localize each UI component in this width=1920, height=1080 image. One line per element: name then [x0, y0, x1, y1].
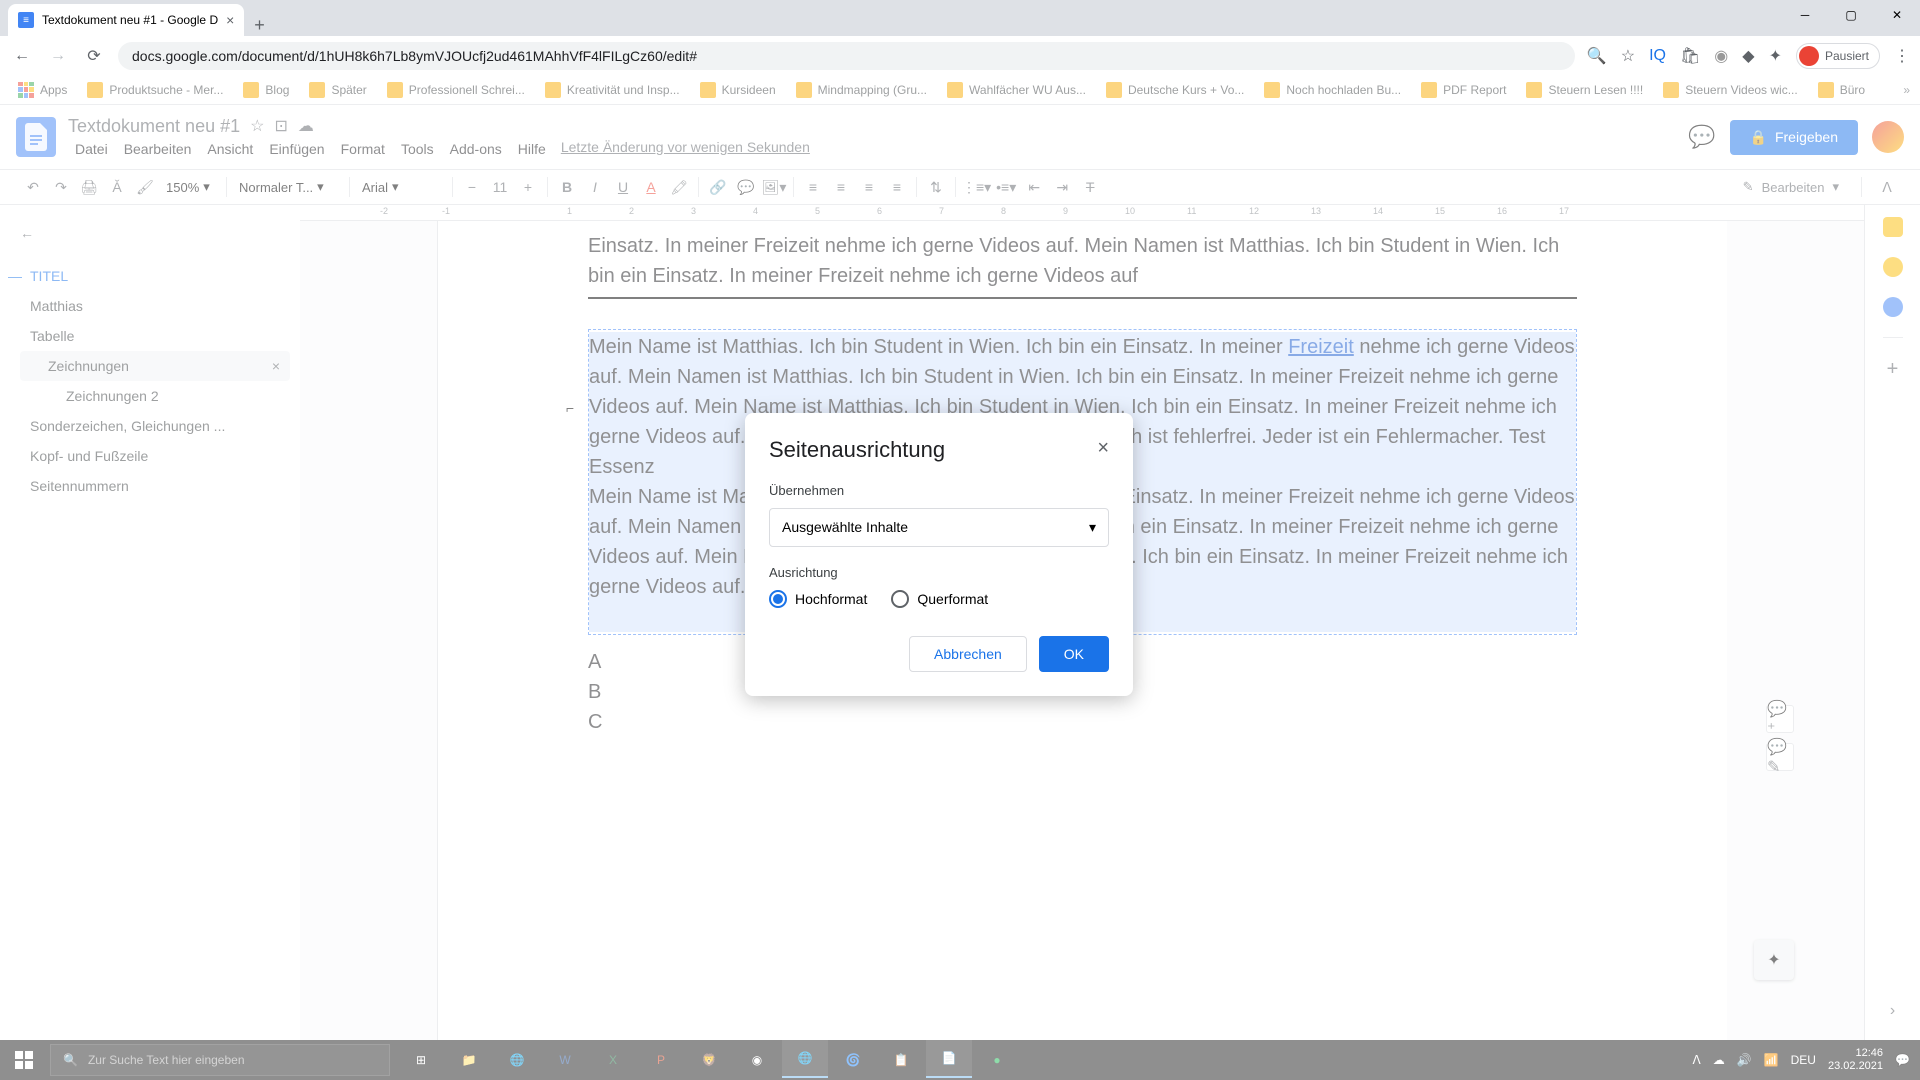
radio-icon [891, 590, 909, 608]
new-tab-button[interactable]: + [244, 15, 275, 36]
apply-scope-select[interactable]: Ausgewählte Inhalte ▾ [769, 508, 1109, 547]
browser-tab[interactable]: ≡ Textdokument neu #1 - Google D × [8, 4, 244, 36]
maximize-button[interactable]: ▢ [1828, 0, 1874, 30]
extension-icon-2[interactable]: 🛍 [1680, 46, 1700, 66]
close-tab-icon[interactable]: × [226, 12, 234, 28]
zoom-icon[interactable]: 🔍 [1587, 46, 1607, 66]
portrait-radio[interactable]: Hochformat [769, 590, 867, 608]
url-field[interactable]: docs.google.com/document/d/1hUH8k6h7Lb8y… [118, 42, 1575, 70]
profile-paused[interactable]: Pausiert [1796, 43, 1880, 69]
bookmark-star-icon[interactable]: ☆ [1621, 46, 1635, 66]
extension-icon[interactable]: IQ [1649, 47, 1666, 65]
extensions-icon[interactable]: ✦ [1769, 46, 1782, 66]
browser-chrome: ≡ Textdokument neu #1 - Google D × + ─ ▢… [0, 0, 1920, 75]
forward-button[interactable]: → [46, 44, 70, 68]
reload-button[interactable]: ⟳ [82, 44, 106, 68]
tab-bar: ≡ Textdokument neu #1 - Google D × + [0, 0, 1920, 36]
extension-icon-4[interactable]: ◆ [1742, 46, 1754, 66]
cancel-button[interactable]: Abbrechen [909, 636, 1027, 672]
dialog-title: Seitenausrichtung [769, 437, 945, 463]
radio-icon [769, 590, 787, 608]
address-bar: ← → ⟳ docs.google.com/document/d/1hUH8k6… [0, 36, 1920, 75]
chrome-menu-icon[interactable]: ⋮ [1894, 46, 1910, 66]
page-orientation-dialog: Seitenausrichtung × Übernehmen Ausgewähl… [745, 413, 1133, 696]
apply-label: Übernehmen [769, 483, 1109, 498]
url-text: docs.google.com/document/d/1hUH8k6h7Lb8y… [132, 48, 697, 64]
ok-button[interactable]: OK [1039, 636, 1109, 672]
avatar-icon [1799, 46, 1819, 66]
orientation-label: Ausrichtung [769, 565, 1109, 580]
close-window-button[interactable]: ✕ [1874, 0, 1920, 30]
minimize-button[interactable]: ─ [1782, 0, 1828, 30]
back-button[interactable]: ← [10, 44, 34, 68]
docs-favicon: ≡ [18, 12, 34, 28]
chevron-down-icon: ▾ [1089, 519, 1096, 536]
close-dialog-button[interactable]: × [1097, 437, 1109, 463]
extension-icon-3[interactable]: ◉ [1714, 46, 1728, 66]
address-icons: 🔍 ☆ IQ 🛍 ◉ ◆ ✦ Pausiert ⋮ [1587, 43, 1910, 69]
window-controls: ─ ▢ ✕ [1782, 0, 1920, 30]
tab-title: Textdokument neu #1 - Google D [42, 13, 218, 27]
landscape-radio[interactable]: Querformat [891, 590, 988, 608]
